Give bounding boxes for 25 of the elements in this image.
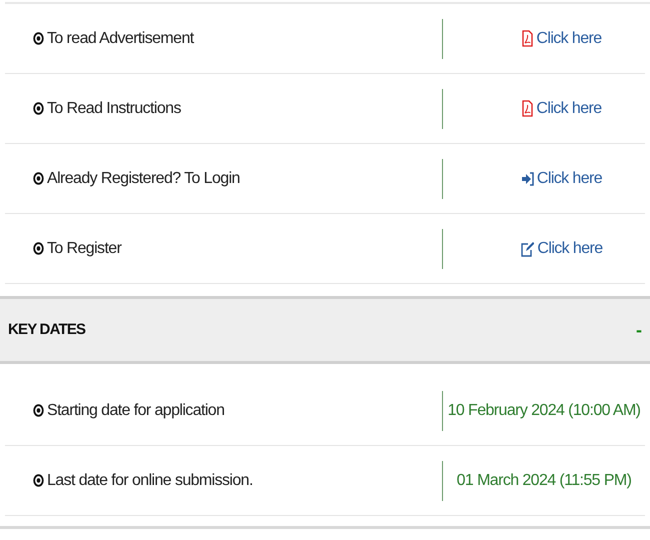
key-dates-header[interactable]: KEY DATES - [0,296,650,364]
row-label: To Read Instructions [47,98,181,118]
bullet-icon [33,172,44,185]
click-here-link[interactable]: Click here [521,236,603,260]
row-label: To read Advertisement [47,28,194,48]
row-label: Starting date for application [47,400,224,420]
click-here-link[interactable]: Click here [522,26,602,50]
date-value: 01 March 2024 (11:55 PM) [456,470,632,490]
section-title: KEY DATES [8,320,86,340]
bullet-icon [33,404,44,417]
click-here-link[interactable]: Click here [522,96,602,120]
bullet-icon [33,32,44,45]
date-value: 10 February 2024 (10:00 AM) [448,400,640,420]
pdf-file-icon [522,30,534,47]
row-label: Already Registered? To Login [47,168,240,188]
row-label: To Register [47,238,122,258]
bullet-icon [33,102,44,115]
row-label: Last date for online submission. [47,470,253,490]
edit-icon [521,240,534,256]
bullet-icon [33,242,44,255]
sign-in-icon [522,172,534,186]
click-here-link[interactable]: Click here [522,166,602,190]
bullet-icon [33,474,44,487]
pdf-file-icon [522,100,534,117]
collapse-toggle[interactable]: - [636,321,642,339]
